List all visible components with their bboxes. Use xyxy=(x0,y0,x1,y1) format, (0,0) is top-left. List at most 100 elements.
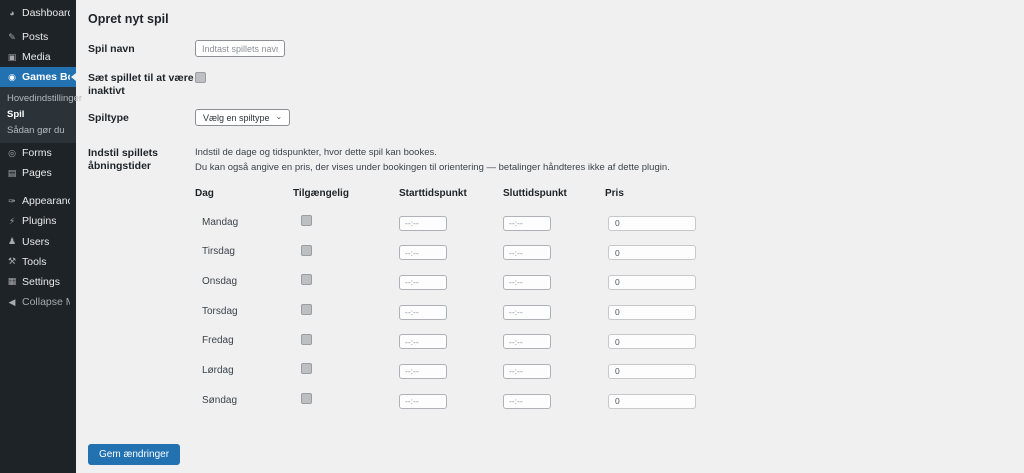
game-type-label: Spiltype xyxy=(88,109,195,125)
sidebar-item-settings[interactable]: ▦ Settings xyxy=(0,272,76,292)
save-button[interactable]: Gem ændringer xyxy=(88,444,180,465)
main-content: Opret nyt spil Spil navn Sæt spillet til… xyxy=(76,0,1024,473)
start-time-input[interactable] xyxy=(399,364,447,379)
day-row: Torsdag xyxy=(195,296,1024,326)
media-icon: ▣ xyxy=(7,52,17,62)
end-time-input[interactable] xyxy=(503,216,551,231)
price-input[interactable] xyxy=(608,334,696,349)
inactive-checkbox[interactable] xyxy=(195,72,206,83)
submenu-item-hovedindstillinger[interactable]: Hovedindstillinger xyxy=(0,90,76,106)
start-time-input[interactable] xyxy=(399,305,447,320)
end-time-input[interactable] xyxy=(503,334,551,349)
sidebar-item-forms[interactable]: ◎ Forms xyxy=(0,143,76,163)
day-label: Lørdag xyxy=(195,365,293,376)
collapse-menu-icon: ◀ xyxy=(7,297,17,307)
day-label: Mandag xyxy=(195,217,293,228)
submenu-item-s-dan-g-r-du[interactable]: Sådan gør du xyxy=(0,122,76,138)
start-time-input[interactable] xyxy=(399,216,447,231)
games-booking-icon: ◉ xyxy=(7,72,17,82)
appearance-icon: ✑ xyxy=(7,196,17,206)
sidebar-item-media[interactable]: ▣ Media xyxy=(0,47,76,67)
admin-sidebar: ◕ Dashboard ✎ Posts ▣ Media ◉ Games Book… xyxy=(0,0,76,473)
column-header-end-time: Sluttidspunkt xyxy=(503,188,605,199)
inactive-label: Sæt spillet til at være inaktivt xyxy=(88,69,195,97)
availability-checkbox[interactable] xyxy=(301,245,312,256)
day-row: Lørdag xyxy=(195,356,1024,386)
day-row: Mandag xyxy=(195,207,1024,237)
plugins-icon: ⚡ xyxy=(7,216,17,226)
price-input[interactable] xyxy=(608,305,696,320)
column-header-price: Pris xyxy=(605,188,705,199)
day-row: Tirsdag xyxy=(195,237,1024,267)
price-input[interactable] xyxy=(608,394,696,409)
game-type-selected-value: Vælg en spiltype xyxy=(203,113,270,123)
game-type-select[interactable]: Vælg en spiltype ⌄ xyxy=(195,109,290,126)
end-time-input[interactable] xyxy=(503,394,551,409)
sidebar-item-games-booking[interactable]: ◉ Games Booking xyxy=(0,67,76,87)
availability-checkbox[interactable] xyxy=(301,304,312,315)
price-input[interactable] xyxy=(608,216,696,231)
settings-icon: ▦ xyxy=(7,276,17,286)
submenu-item-spil[interactable]: Spil xyxy=(0,106,76,122)
day-row: Fredag xyxy=(195,326,1024,356)
day-label: Onsdag xyxy=(195,276,293,287)
schedule-header-row: Dag Tilgængelig Starttidspunkt Sluttidsp… xyxy=(195,188,1024,199)
end-time-input[interactable] xyxy=(503,305,551,320)
chevron-down-icon: ⌄ xyxy=(276,113,283,121)
sidebar-item-users[interactable]: ♟ Users xyxy=(0,232,76,252)
sidebar-item-pages[interactable]: ▤ Pages xyxy=(0,163,76,183)
day-row: Søndag xyxy=(195,385,1024,415)
page-title: Opret nyt spil xyxy=(88,12,1024,26)
users-icon: ♟ xyxy=(7,236,17,246)
sidebar-item-tools[interactable]: ⚒ Tools xyxy=(0,252,76,272)
sidebar-item-dashboard[interactable]: ◕ Dashboard xyxy=(0,3,76,23)
end-time-input[interactable] xyxy=(503,364,551,379)
start-time-input[interactable] xyxy=(399,394,447,409)
schedule-rows: Mandag Tirsdag Onsdag Torsdag Fredag Lør… xyxy=(195,207,1024,415)
schedule-table: Dag Tilgængelig Starttidspunkt Sluttidsp… xyxy=(195,188,1024,415)
pages-icon: ▤ xyxy=(7,168,17,178)
opening-hours-description-line2: Du kan også angive en pris, der vises un… xyxy=(195,162,1024,174)
day-label: Torsdag xyxy=(195,306,293,317)
active-menu-arrow xyxy=(71,73,76,81)
opening-hours-row: Indstil spillets åbningstider Indstil de… xyxy=(88,144,1024,415)
start-time-input[interactable] xyxy=(399,334,447,349)
start-time-input[interactable] xyxy=(399,245,447,260)
availability-checkbox[interactable] xyxy=(301,393,312,404)
day-label: Søndag xyxy=(195,395,293,406)
availability-checkbox[interactable] xyxy=(301,334,312,345)
day-label: Fredag xyxy=(195,335,293,346)
opening-hours-block: Indstil de dage og tidspunkter, hvor det… xyxy=(195,144,1024,415)
day-label: Tirsdag xyxy=(195,246,293,257)
column-header-start-time: Starttidspunkt xyxy=(399,188,503,199)
price-input[interactable] xyxy=(608,275,696,290)
start-time-input[interactable] xyxy=(399,275,447,290)
game-type-row: Spiltype Vælg en spiltype ⌄ xyxy=(88,109,1024,126)
opening-hours-description-line1: Indstil de dage og tidspunkter, hvor det… xyxy=(195,147,1024,159)
sidebar-item-plugins[interactable]: ⚡ Plugins xyxy=(0,211,76,231)
sidebar-item-posts[interactable]: ✎ Posts xyxy=(0,27,76,47)
game-name-label: Spil navn xyxy=(88,40,195,56)
availability-checkbox[interactable] xyxy=(301,215,312,226)
sidebar-item-collapse-menu[interactable]: ◀ Collapse Menu xyxy=(0,292,76,312)
opening-hours-label: Indstil spillets åbningstider xyxy=(88,144,195,172)
posts-icon: ✎ xyxy=(7,32,17,42)
tools-icon: ⚒ xyxy=(7,256,17,266)
wordpress-admin: ◕ Dashboard ✎ Posts ▣ Media ◉ Games Book… xyxy=(0,0,1024,473)
availability-checkbox[interactable] xyxy=(301,363,312,374)
game-name-row: Spil navn xyxy=(88,40,1024,57)
end-time-input[interactable] xyxy=(503,245,551,260)
forms-icon: ◎ xyxy=(7,148,17,158)
availability-checkbox[interactable] xyxy=(301,274,312,285)
price-input[interactable] xyxy=(608,245,696,260)
game-name-input[interactable] xyxy=(195,40,285,57)
inactive-row: Sæt spillet til at være inaktivt xyxy=(88,69,1024,97)
dashboard-icon: ◕ xyxy=(7,8,17,18)
sidebar-submenu-games-booking: HovedindstillingerSpilSådan gør du xyxy=(0,87,76,143)
column-header-day: Dag xyxy=(195,188,293,199)
day-row: Onsdag xyxy=(195,267,1024,297)
end-time-input[interactable] xyxy=(503,275,551,290)
price-input[interactable] xyxy=(608,364,696,379)
column-header-available: Tilgængelig xyxy=(293,188,399,199)
sidebar-item-appearance[interactable]: ✑ Appearance xyxy=(0,191,76,211)
